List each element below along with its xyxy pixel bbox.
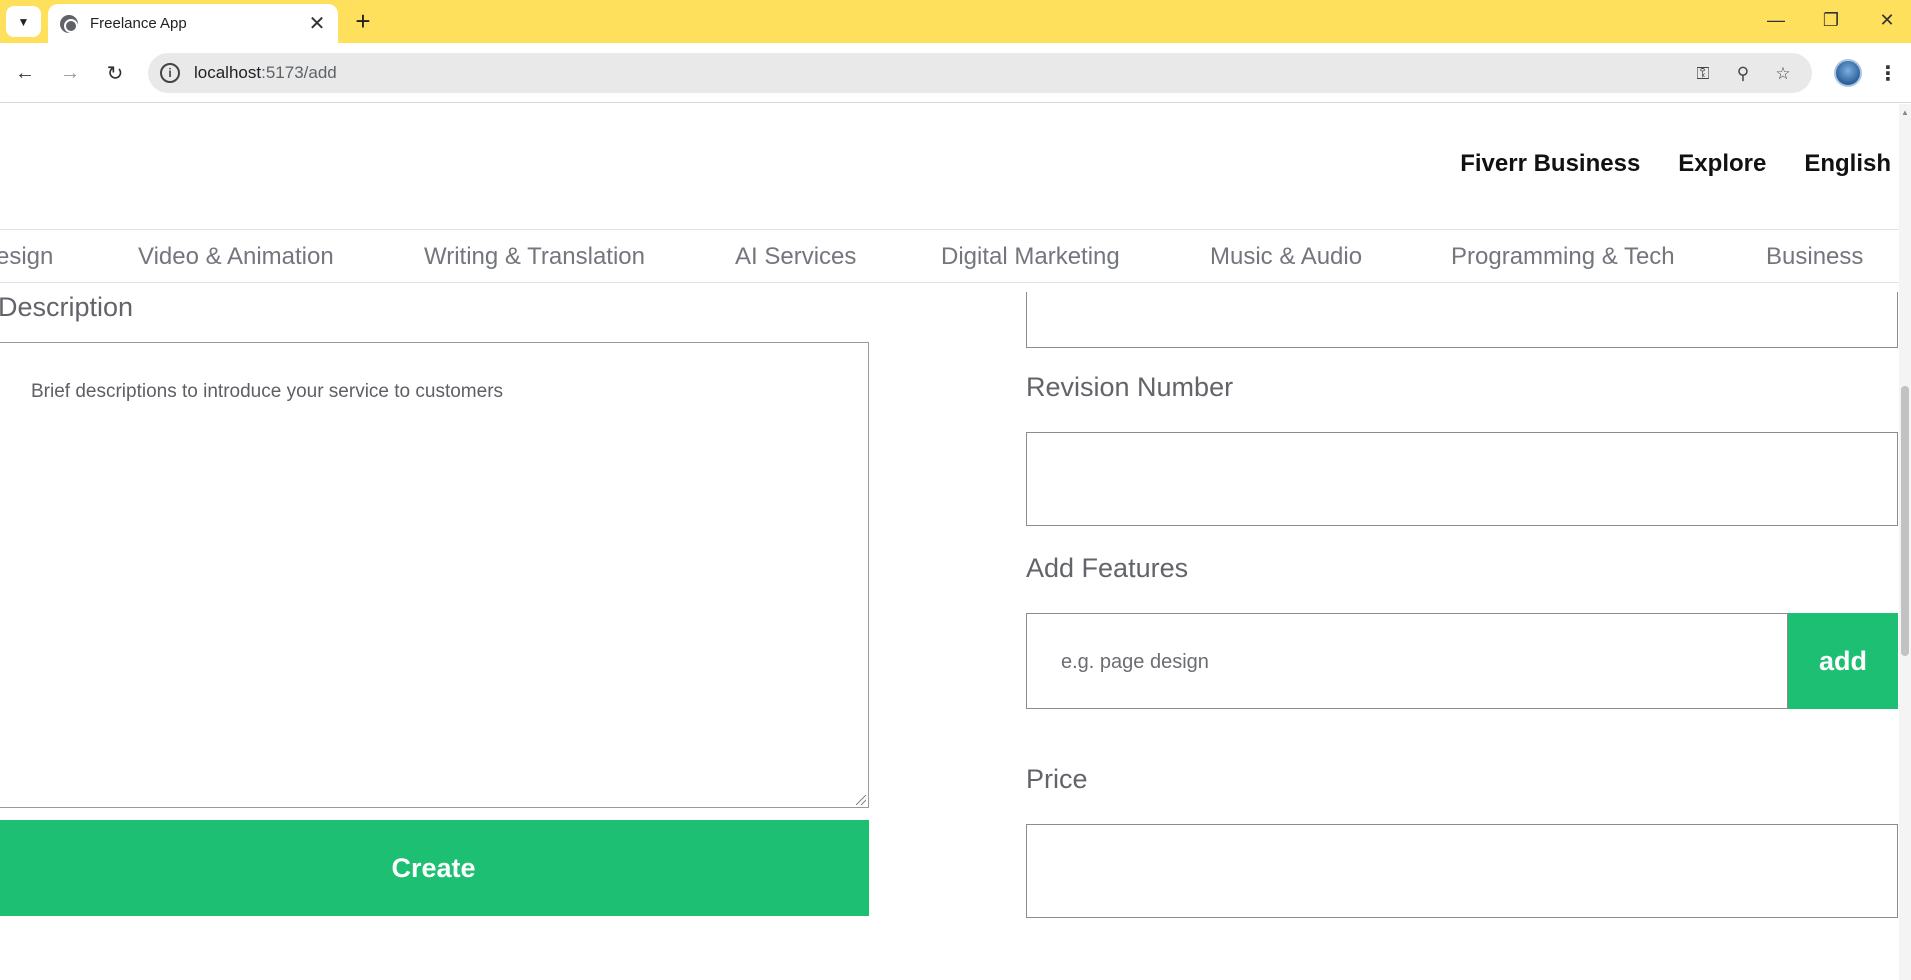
tab-title: Freelance App [90, 15, 187, 32]
more-vertical-icon[interactable]: ⋮ [1876, 57, 1900, 89]
create-button[interactable]: Create [0, 820, 869, 916]
add-feature-button[interactable]: add [1788, 613, 1898, 709]
restore-icon: ❐ [1822, 9, 1840, 30]
resize-handle-icon[interactable] [856, 795, 866, 805]
category-design[interactable]: esign [0, 243, 53, 271]
chevron-down-icon: ▼ [17, 14, 30, 29]
browser-tab[interactable]: Freelance App ✕ [48, 4, 338, 43]
nav-link-english[interactable]: English [1804, 150, 1891, 178]
category-writing-translation[interactable]: Writing & Translation [424, 243, 645, 271]
key-icon[interactable]: ⚿ [1690, 61, 1716, 87]
add-features-label: Add Features [1026, 553, 1189, 583]
back-button[interactable]: ← [8, 56, 42, 90]
description-label: Description [0, 292, 134, 322]
category-digital-marketing[interactable]: Digital Marketing [941, 243, 1120, 271]
browser-toolbar: ← → ↻ i localhost:5173/add ⚿ ⚲ ☆ ⋮ [0, 43, 1911, 103]
category-video-animation[interactable]: Video & Animation [138, 243, 334, 271]
header-nav: Fiverr Business Explore English [1460, 150, 1891, 178]
price-input[interactable] [1026, 824, 1898, 918]
previous-input-field[interactable] [1026, 292, 1898, 348]
category-ai-services[interactable]: AI Services [735, 243, 856, 271]
forward-button[interactable]: → [53, 56, 87, 90]
description-placeholder: Brief descriptions to introduce your ser… [31, 381, 504, 402]
revision-number-input[interactable] [1026, 432, 1898, 526]
minimize-button[interactable]: — [1756, 4, 1796, 36]
globe-icon [60, 14, 78, 33]
revision-number-label: Revision Number [1026, 372, 1234, 402]
nav-link-fiverr-business[interactable]: Fiverr Business [1460, 150, 1640, 178]
feature-input[interactable]: e.g. page design [1026, 613, 1788, 709]
description-textarea[interactable]: Brief descriptions to introduce your ser… [0, 342, 869, 808]
tab-close-button[interactable]: ✕ [304, 11, 330, 37]
price-label: Price [1026, 764, 1088, 794]
reload-button[interactable]: ↻ [98, 56, 132, 90]
plus-icon: + [355, 5, 371, 36]
zoom-icon[interactable]: ⚲ [1730, 61, 1756, 87]
page-content: Fiverr Business Explore English esign Vi… [0, 104, 1911, 980]
tab-search-button[interactable]: ▼ [6, 6, 41, 37]
minimize-icon: — [1767, 9, 1785, 30]
reload-icon: ↻ [106, 62, 124, 85]
browser-tab-bar: ▼ Freelance App ✕ + — ❐ ✕ [0, 0, 1911, 43]
category-menu: esign Video & Animation Writing & Transl… [0, 229, 1911, 283]
close-icon: ✕ [1879, 9, 1895, 30]
url-path: :5173/add [261, 63, 337, 82]
close-window-button[interactable]: ✕ [1867, 4, 1907, 36]
new-tab-button[interactable]: + [348, 6, 378, 36]
star-icon[interactable]: ☆ [1770, 61, 1796, 87]
nav-link-explore[interactable]: Explore [1678, 150, 1766, 178]
arrow-right-icon: → [60, 61, 80, 84]
url-host: localhost [194, 63, 262, 82]
info-icon[interactable]: i [160, 63, 180, 83]
arrow-left-icon: ← [15, 61, 35, 84]
url-text[interactable]: localhost:5173/add [194, 63, 337, 83]
scroll-up-icon[interactable]: ▲ [1901, 108, 1909, 117]
category-business[interactable]: Business [1766, 243, 1863, 271]
page-scrollbar[interactable]: ▲ [1899, 104, 1911, 980]
feature-placeholder: e.g. page design [1061, 651, 1209, 673]
category-programming-tech[interactable]: Programming & Tech [1451, 243, 1675, 271]
profile-avatar[interactable] [1834, 59, 1862, 87]
address-bar[interactable]: i localhost:5173/add ⚿ ⚲ ☆ [148, 53, 1812, 93]
scrollbar-thumb[interactable] [1901, 386, 1909, 656]
category-music-audio[interactable]: Music & Audio [1210, 243, 1362, 271]
restore-button[interactable]: ❐ [1811, 4, 1851, 36]
